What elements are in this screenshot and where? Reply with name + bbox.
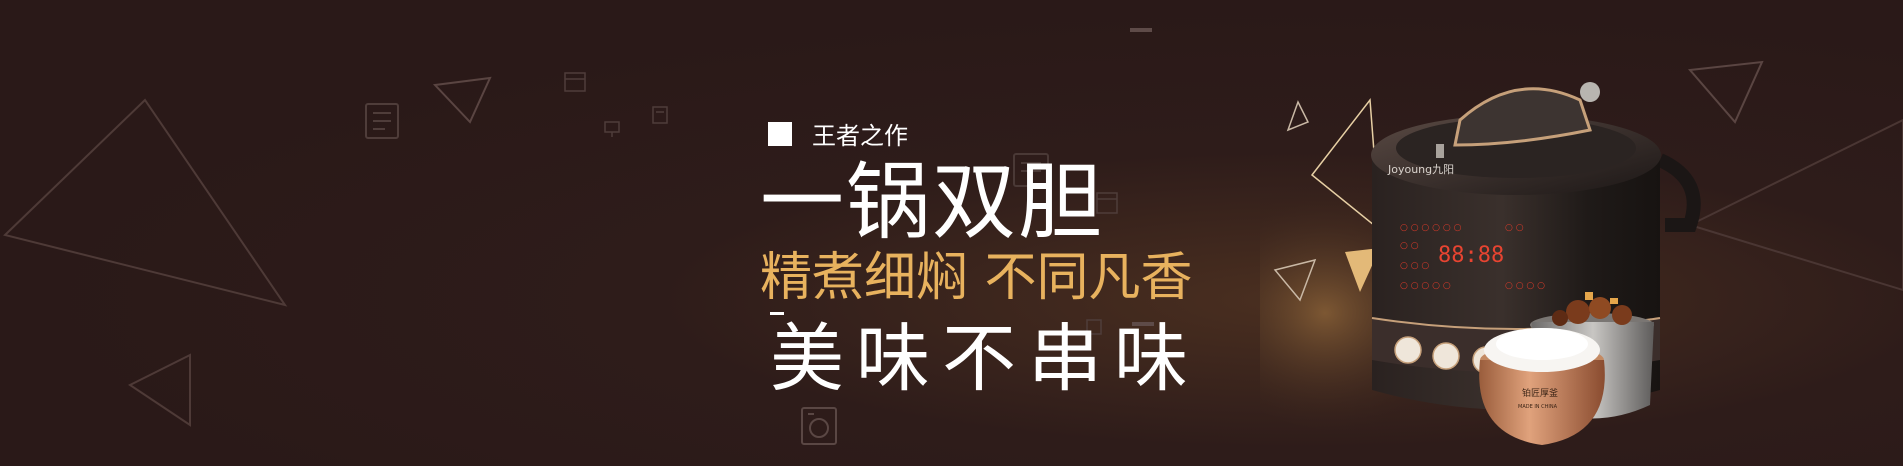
svg-text:○ ○ ○ ○ ○ ○: ○ ○ ○ ○ ○ ○ (1400, 223, 1462, 233)
tagline-text: 王者之作 (812, 122, 908, 150)
pressure-cooker-icon: Joyoung九阳 ○ ○ ○ ○ ○ ○ ○ ○ ○ ○ ○ ○ ○ ○ ○ … (1260, 82, 1701, 445)
triangle-outline-icon (3, 98, 288, 307)
dash-accent (770, 312, 784, 315)
pot-sublabel: MADE IN CHINA (1518, 404, 1558, 410)
svg-text:○ ○ ○ ○: ○ ○ ○ ○ (1505, 281, 1545, 291)
slogan: 美味不串味 (770, 316, 1200, 402)
promo-banner[interactable]: 王者之作 一锅双胆 精煮细焖 不同凡香 美味不串味 Joyoung九阳 ○ ○ … (0, 0, 1903, 466)
subheadline: 精煮细焖 不同凡香 (760, 248, 1193, 308)
square-bullet-icon (768, 121, 792, 146)
svg-text:○ ○: ○ ○ (1505, 223, 1524, 233)
svg-text:○ ○: ○ ○ (1400, 241, 1419, 251)
triangle-outline-icon (128, 353, 191, 427)
washer-icon (801, 407, 837, 445)
svg-text:○ ○ ○: ○ ○ ○ (1400, 261, 1429, 271)
triangle-outline-icon (432, 76, 492, 124)
monitor-icon (604, 121, 620, 137)
document-icon (365, 103, 399, 139)
tagline-row: 王者之作 (768, 116, 908, 151)
triangle-outline-icon (1687, 118, 1903, 292)
calendar-icon (564, 72, 586, 92)
display-digits: 88:88 (1438, 243, 1504, 268)
svg-text:○ ○ ○ ○ ○: ○ ○ ○ ○ ○ (1400, 281, 1451, 291)
dash-mark (1130, 28, 1152, 32)
pot-label: 铂匠厚釜 (1522, 387, 1558, 399)
headline: 一锅双胆 (760, 153, 1105, 251)
calendar-icon (652, 106, 668, 124)
brand-label: Joyoung九阳 (1387, 163, 1454, 176)
